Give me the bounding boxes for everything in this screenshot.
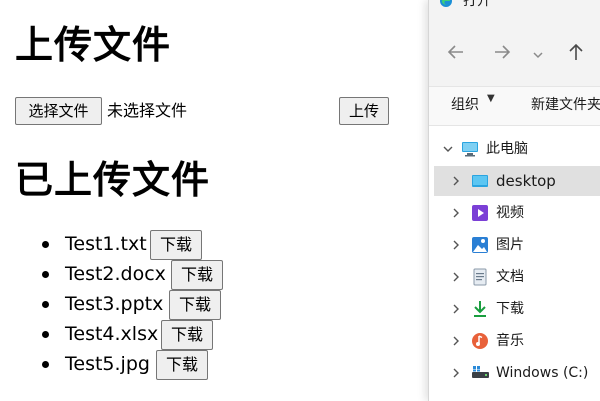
chevron-right-icon[interactable] (451, 239, 461, 251)
tree-item-desktop[interactable]: desktop (434, 166, 600, 196)
file-name: Test5.jpg (65, 353, 150, 375)
downloads-icon (474, 301, 486, 317)
tree-item-label: 视频 (496, 205, 524, 221)
screen: 上传文件 选择文件 未选择文件 上传 已上传文件 Test1.txt 下载 Te… (0, 0, 600, 401)
open-file-dialog: 打开 组织 ▼ 新建文件夹 此电脑 desktop 视频 图片 文档 下载 音乐… (428, 0, 600, 401)
navigation-bar (429, 16, 600, 86)
tree-item-this-pc[interactable]: 此电脑 (434, 134, 600, 164)
forward-arrow-icon[interactable] (490, 40, 514, 64)
organize-button[interactable]: 组织 (451, 97, 479, 113)
chevron-right-icon[interactable] (451, 175, 461, 187)
file-name: Test1.txt (65, 233, 147, 255)
tree-item-label: desktop (496, 172, 556, 190)
back-arrow-icon[interactable] (444, 40, 468, 64)
tree-item-label: 音乐 (496, 333, 524, 349)
upload-button[interactable]: 上传 (339, 97, 389, 125)
bullet (42, 301, 49, 308)
tree-item-music[interactable]: 音乐 (434, 326, 600, 356)
bullet (42, 271, 49, 278)
tree-item-windows-drive[interactable]: Windows (C:) (434, 358, 600, 388)
download-button[interactable]: 下载 (150, 230, 202, 260)
tree-item-downloads[interactable]: 下载 (434, 294, 600, 324)
tree-item-label: 此电脑 (486, 141, 528, 157)
dialog-title: 打开 (463, 0, 491, 9)
tree-item-videos[interactable]: 视频 (434, 198, 600, 228)
file-name: Test3.pptx (65, 293, 164, 315)
chevron-down-icon[interactable] (443, 143, 453, 155)
computer-icon (462, 142, 478, 157)
dialog-title-bar[interactable]: 打开 (429, 0, 600, 16)
videos-icon (472, 205, 488, 221)
edge-browser-icon (440, 0, 452, 7)
chevron-right-icon[interactable] (451, 367, 461, 379)
chevron-right-icon[interactable] (451, 303, 461, 315)
new-folder-button[interactable]: 新建文件夹 (531, 97, 600, 113)
pictures-icon (472, 237, 488, 253)
file-name: Test2.docx (65, 263, 166, 285)
music-icon (472, 333, 488, 349)
documents-icon (473, 268, 487, 286)
upload-heading: 上传文件 (15, 23, 172, 67)
tree-item-pictures[interactable]: 图片 (434, 230, 600, 260)
bullet (42, 361, 49, 368)
up-arrow-icon[interactable] (564, 40, 588, 64)
chevron-right-icon[interactable] (451, 271, 461, 283)
chevron-right-icon[interactable] (451, 207, 461, 219)
tree-item-label: 文档 (496, 269, 524, 285)
tree-item-label: Windows (C:) (496, 365, 589, 381)
choose-file-button[interactable]: 选择文件 (15, 97, 102, 125)
no-file-chosen-label: 未选择文件 (107, 101, 188, 120)
download-button[interactable]: 下载 (156, 350, 208, 380)
download-button[interactable]: 下载 (169, 290, 221, 320)
bullet (42, 331, 49, 338)
tree-item-documents[interactable]: 文档 (434, 262, 600, 292)
organize-dropdown-icon[interactable]: ▼ (487, 93, 495, 104)
bullet (42, 241, 49, 248)
download-button[interactable]: 下载 (171, 260, 223, 290)
recent-locations-chevron-icon[interactable] (530, 43, 546, 67)
desktop-folder-icon (472, 175, 488, 187)
navigation-tree: 此电脑 desktop 视频 图片 文档 下载 音乐 Windows (C:) (429, 134, 600, 401)
file-name: Test4.xlsx (65, 323, 159, 345)
web-page: 上传文件 选择文件 未选择文件 上传 已上传文件 Test1.txt 下载 Te… (0, 0, 428, 401)
uploaded-files-heading: 已上传文件 (15, 158, 211, 202)
chevron-right-icon[interactable] (451, 335, 461, 347)
tree-item-label: 图片 (496, 237, 524, 253)
tree-item-label: 下载 (496, 301, 524, 317)
download-button[interactable]: 下载 (161, 320, 213, 350)
windows-drive-icon (472, 366, 489, 378)
command-bar: 组织 ▼ 新建文件夹 (429, 86, 600, 126)
